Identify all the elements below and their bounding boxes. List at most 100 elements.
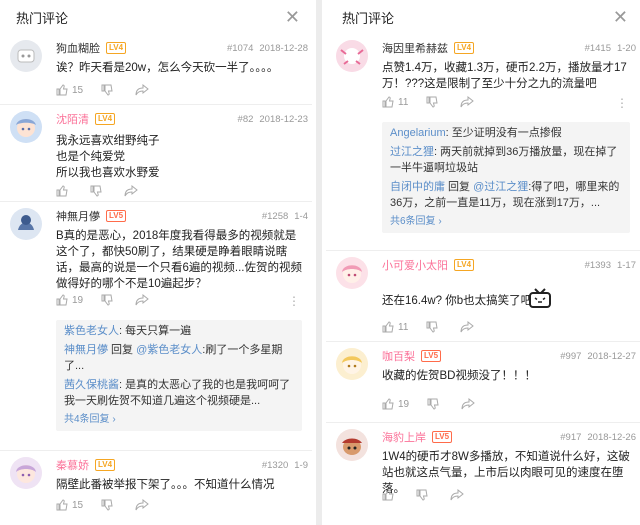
comment-date: 1-9 [294, 459, 308, 471]
share-button[interactable] [135, 294, 153, 306]
level-badge: LV5 [432, 431, 453, 443]
level-badge: LV4 [106, 42, 127, 54]
reply-author[interactable]: 紫色老女人 [64, 325, 119, 337]
dislike-button[interactable] [101, 294, 117, 306]
like-count: 19 [398, 398, 410, 410]
share-button[interactable] [460, 321, 478, 333]
right-panel: 热门评论 ✕ 海因里希赫兹 LV4 #1415 1-20 点赞1.4万，收藏1.… [326, 0, 640, 525]
reply-item: 茜久保桃酱: 是真的太恶心了我的也是我呵呵了我一天刷佐贺不知道几遍这个视频硬是.… [64, 377, 294, 409]
reply-author[interactable]: 茜久保桃酱 [64, 379, 119, 391]
level-badge: LV5 [421, 350, 442, 362]
like-button[interactable]: 15 [56, 499, 83, 511]
share-button[interactable] [460, 96, 478, 108]
avatar[interactable] [336, 429, 368, 461]
avatar[interactable] [10, 111, 42, 143]
view-more-replies[interactable]: 共6条回复 › [390, 214, 622, 230]
share-icon [460, 321, 475, 333]
share-button[interactable] [135, 499, 153, 511]
dislike-icon [416, 489, 428, 501]
view-more-replies[interactable]: 共4条回复 › [64, 412, 294, 428]
avatar[interactable] [10, 208, 42, 240]
panel-divider [316, 0, 322, 525]
comment-text: 还在16.4w? 你b也太搞笑了吧 [382, 293, 630, 309]
reply-word: 回复 [445, 181, 474, 193]
dislike-button[interactable] [426, 321, 442, 333]
like-button[interactable]: 11 [382, 96, 408, 108]
comment-item: 海豹上岸 LV5 #917 2018-12-26 1W4的硬币才8W多播放，不知… [326, 423, 640, 525]
reply-mention[interactable]: @过江之狸 [473, 181, 528, 193]
like-count: 15 [72, 84, 84, 96]
username[interactable]: 海豹上岸 [382, 429, 426, 445]
comment-item: 狗血糊脸 LV4 #1074 2018-12-28 诶？昨天看是20w，怎么今天… [0, 34, 312, 105]
like-icon [56, 84, 68, 96]
reply-mention[interactable]: @紫色老女人 [136, 344, 202, 356]
share-button[interactable] [124, 185, 142, 197]
comment-date: 2018-12-26 [587, 431, 636, 443]
comment-line: 也是个纯爱党 [56, 151, 125, 163]
username[interactable]: 秦慕娇 [56, 457, 89, 473]
like-button[interactable]: 19 [382, 398, 409, 410]
close-icon[interactable]: ✕ [613, 8, 628, 26]
share-button[interactable] [461, 398, 479, 410]
level-badge: LV4 [95, 113, 116, 125]
dislike-button[interactable] [426, 96, 442, 108]
chevron-right-icon: › [112, 414, 116, 425]
like-button[interactable] [56, 185, 72, 197]
dislike-icon [101, 84, 113, 96]
reply-author[interactable]: Angelarium [390, 127, 446, 139]
level-badge: LV4 [454, 259, 475, 271]
reply-item: 紫色老女人: 每天只算一遍 [64, 323, 294, 339]
dislike-icon [427, 398, 439, 410]
reply-item: 神無月儚 回复 @紫色老女人:刷了一个多星期了... [64, 342, 294, 374]
more-icon[interactable]: ⋮ [616, 96, 628, 110]
reply-box[interactable]: Angelarium: 至少证明没有一点掺假 过江之狸: 两天前就掉到36万播放… [382, 122, 630, 233]
avatar[interactable] [10, 457, 42, 489]
avatar[interactable] [336, 348, 368, 380]
reply-item: 过江之狸: 两天前就掉到36万播放量，现在掉了一半牛逼啊垃圾站 [390, 144, 622, 176]
avatar[interactable] [336, 257, 368, 289]
share-button[interactable] [135, 84, 153, 96]
like-icon [382, 398, 394, 410]
share-icon [450, 489, 464, 501]
reply-author[interactable]: 过江之狸 [390, 146, 434, 158]
username[interactable]: 狗血糊脸 [56, 40, 100, 56]
share-button[interactable] [450, 489, 468, 501]
dislike-button[interactable] [90, 185, 106, 197]
username[interactable]: 咖百梨 [382, 348, 415, 364]
reply-author[interactable]: 神無月儚 [64, 344, 108, 356]
comment-text: 诶？昨天看是20w，怎么今天砍一半了。。。。 [56, 60, 302, 76]
reply-box[interactable]: 紫色老女人: 每天只算一遍 神無月儚 回复 @紫色老女人:刷了一个多星期了...… [56, 320, 302, 431]
reply-item: Angelarium: 至少证明没有一点掺假 [390, 125, 622, 141]
share-icon [135, 294, 149, 306]
comment-actions [382, 489, 486, 501]
username[interactable]: 沈陌清 [56, 111, 89, 127]
comment-item: 海因里希赫兹 LV4 #1415 1-20 点赞1.4万，收藏1.3万，硬币2.… [326, 34, 640, 251]
avatar[interactable] [336, 40, 368, 72]
like-icon [382, 489, 394, 501]
dislike-button[interactable] [101, 499, 117, 511]
like-icon [56, 499, 68, 511]
username[interactable]: 神無月儚 [56, 208, 100, 224]
close-icon[interactable]: ✕ [285, 8, 300, 26]
comment-text: 收藏的佐贺BD视频没了！！！ [382, 368, 630, 384]
comment-actions: 19 [382, 398, 497, 410]
avatar[interactable] [10, 40, 42, 72]
like-button[interactable]: 11 [382, 321, 408, 333]
like-button[interactable] [382, 489, 398, 501]
like-button[interactable]: 15 [56, 84, 83, 96]
comment-actions [56, 185, 160, 197]
reply-author[interactable]: 自闭中的庸 [390, 181, 445, 193]
username[interactable]: 海因里希赫兹 [382, 40, 448, 56]
username[interactable]: 小可爱小太阳 [382, 257, 448, 273]
share-icon [135, 499, 149, 511]
dislike-button[interactable] [427, 398, 443, 410]
dislike-icon [426, 321, 438, 333]
level-badge: LV4 [95, 459, 116, 471]
header: 热门评论 ✕ [0, 0, 312, 34]
reply-item: 自闭中的庸 回复 @过江之狸:得了吧，哪里来的36万，之前一直是11万，现在涨到… [390, 179, 622, 211]
like-button[interactable]: 19 [56, 294, 83, 306]
dislike-button[interactable] [416, 489, 432, 501]
left-panel: 热门评论 ✕ 狗血糊脸 LV4 #1074 2018-12-28 诶？昨天看是2… [0, 0, 312, 525]
dislike-button[interactable] [101, 84, 117, 96]
more-icon[interactable]: ⋮ [288, 294, 300, 308]
